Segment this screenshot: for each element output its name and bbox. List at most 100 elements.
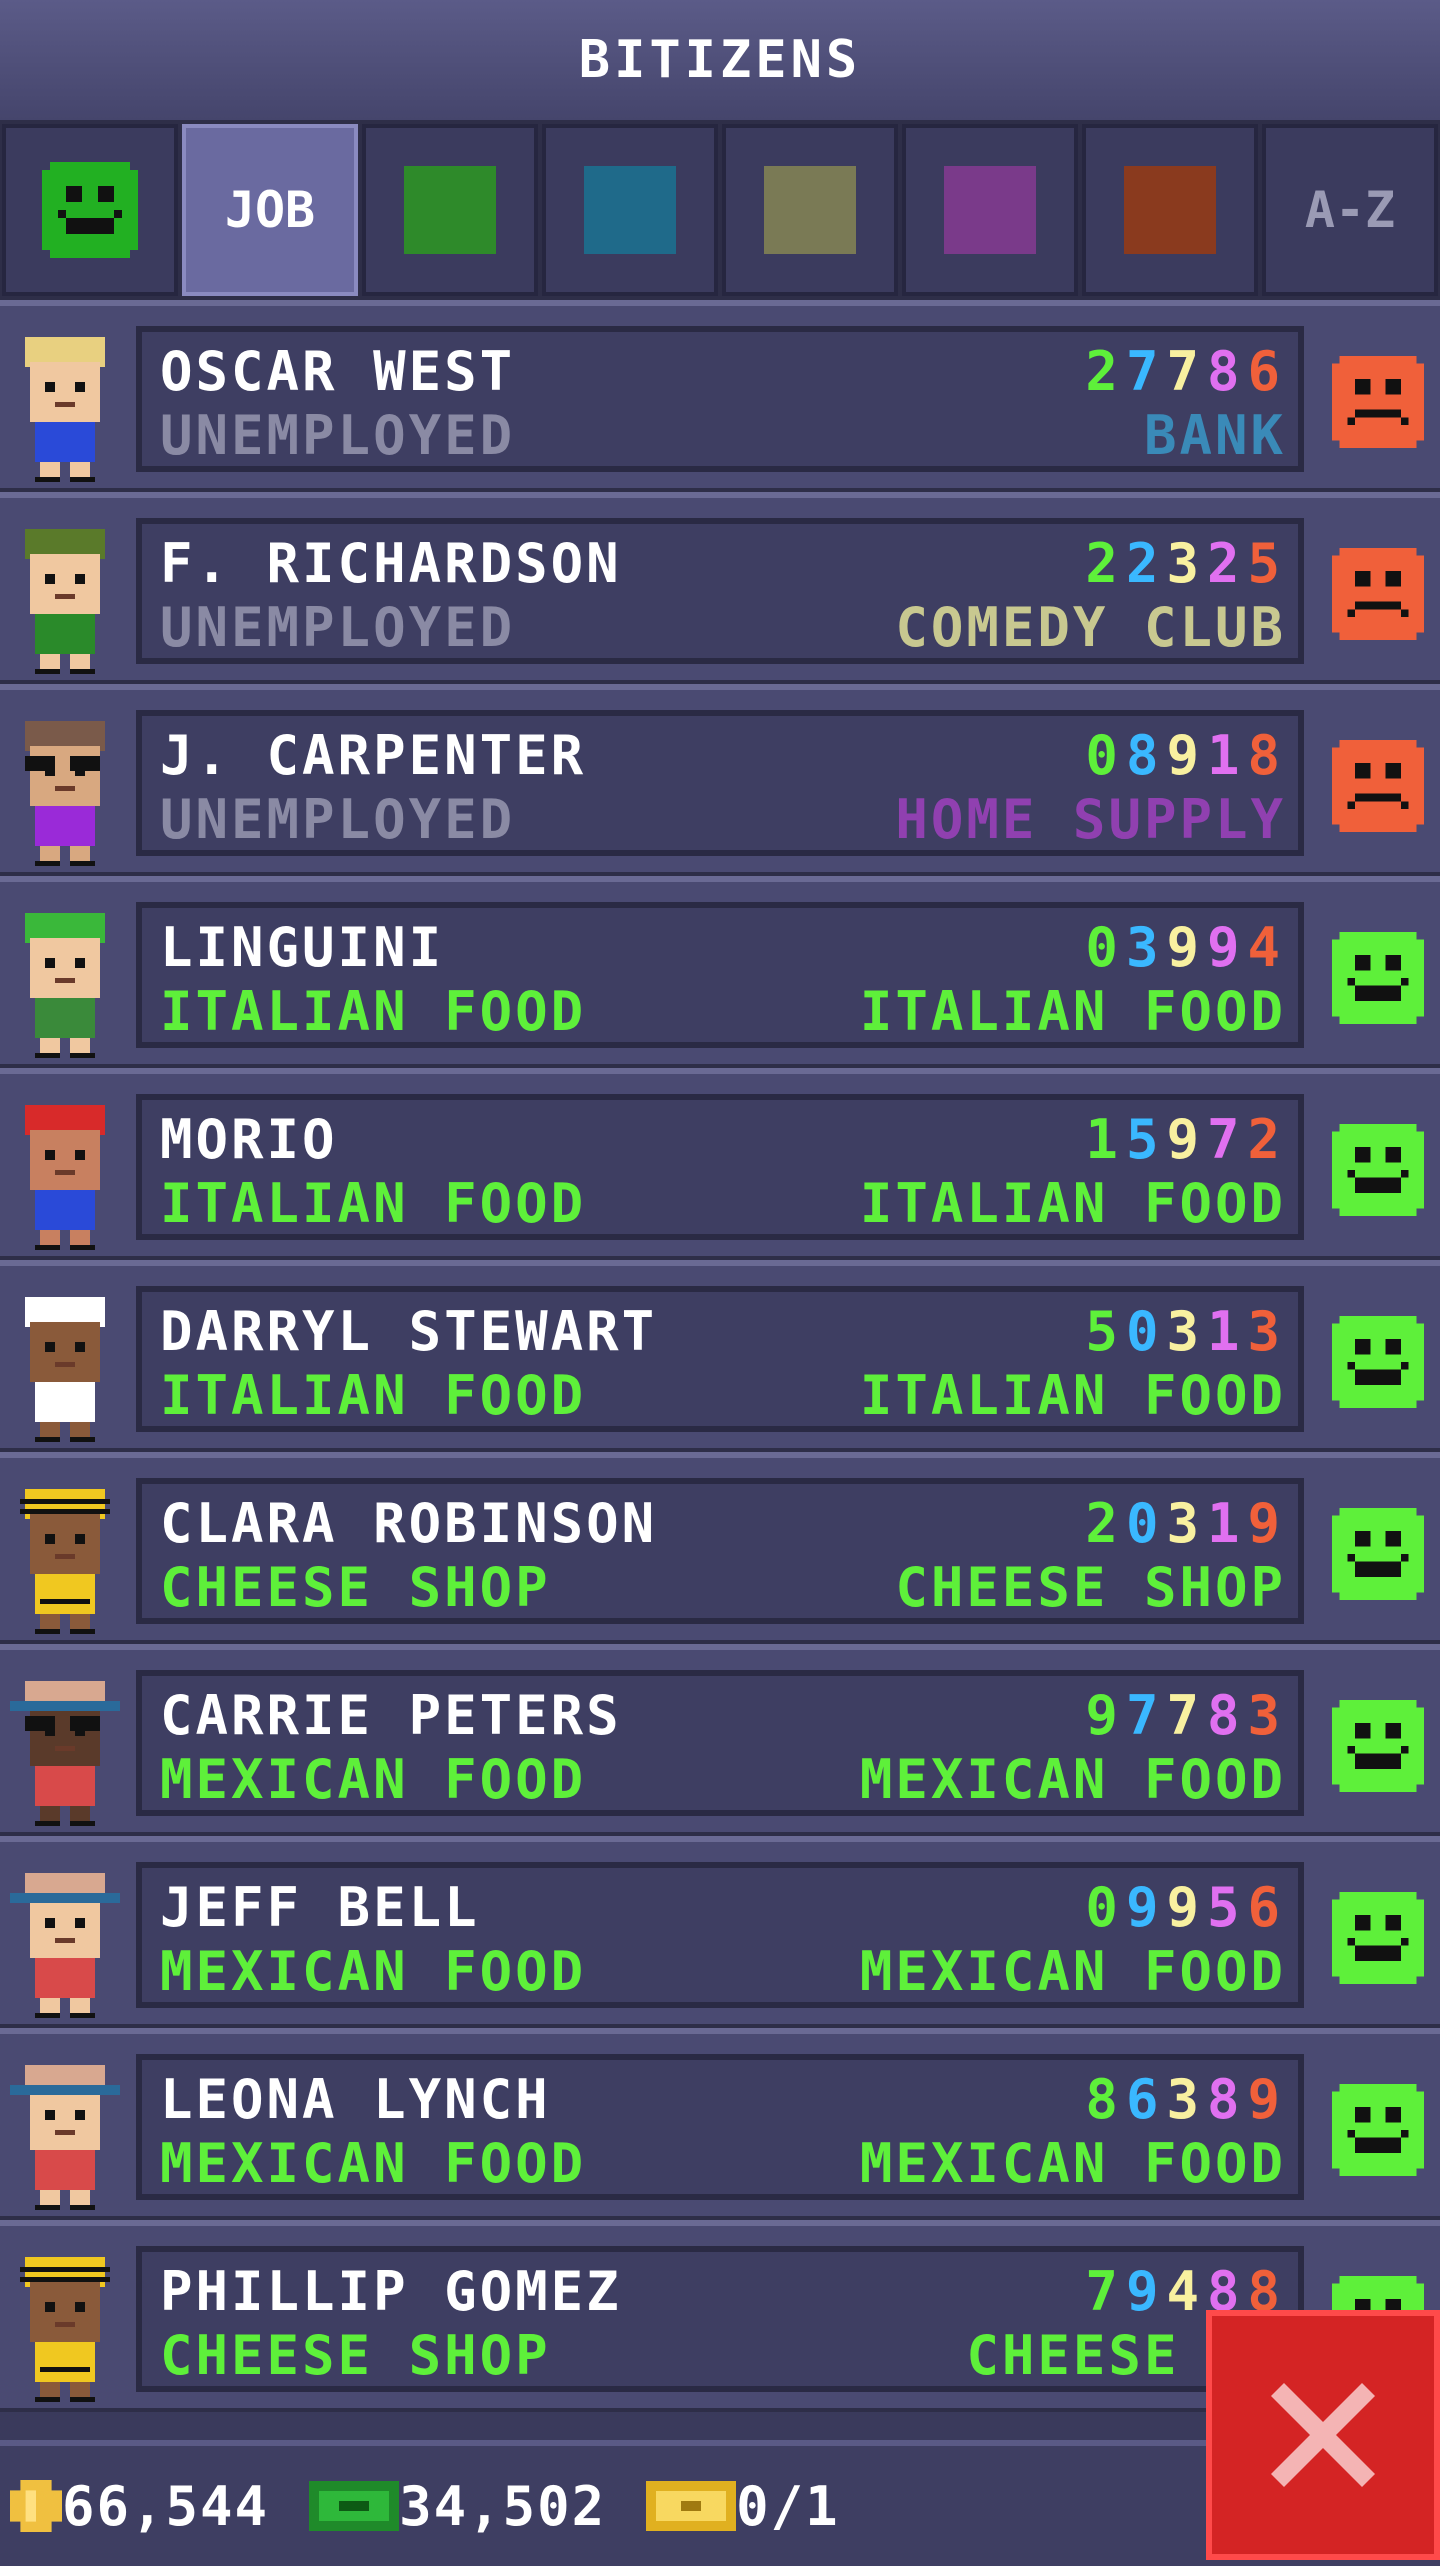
close-button[interactable] [1206, 2310, 1440, 2560]
dream-job: ITALIAN FOOD [859, 980, 1286, 1043]
tab-color-filter[interactable] [902, 124, 1078, 296]
skill-digit: 5 [1125, 1108, 1167, 1171]
coins-counter: 66,544 [10, 2475, 269, 2538]
bitizen-card[interactable]: J. CARPENTER UNEMPLOYED 08918 HOME SUPPLY [136, 710, 1304, 856]
coin-icon [10, 2480, 62, 2532]
skill-digits: 09956 [1085, 1876, 1288, 1939]
dream-job: ITALIAN FOOD [859, 1172, 1286, 1235]
bitizen-list[interactable]: OSCAR WEST UNEMPLOYED 27786 BANK F. RICHARDS… [0, 300, 1440, 2412]
skill-digits: 03994 [1085, 916, 1288, 979]
skill-digit: 0 [1125, 1300, 1167, 1363]
bitizen-row[interactable]: OSCAR WEST UNEMPLOYED 27786 BANK [0, 300, 1440, 492]
bitizen-row[interactable]: DARRYL STEWART ITALIAN FOOD 50313 ITALIAN F… [0, 1260, 1440, 1452]
coins-value: 66,544 [62, 2474, 270, 2538]
skill-digit: 3 [1166, 2068, 1207, 2131]
bitizen-row[interactable]: J. CARPENTER UNEMPLOYED 08918 HOME SUPPLY [0, 684, 1440, 876]
skill-digit: 5 [1085, 1300, 1126, 1363]
bitizen-name: J. CARPENTER [160, 724, 587, 787]
skill-digit: 3 [1247, 1300, 1288, 1363]
bitizen-card[interactable]: CARRIE PETERS MEXICAN FOOD 97783 MEXICAN FO… [136, 1670, 1304, 1816]
skill-digit: 3 [1166, 1300, 1207, 1363]
bitizen-avatar [10, 2252, 120, 2402]
happy-face-icon [1332, 1316, 1424, 1408]
bitizen-row[interactable]: LINGUINI ITALIAN FOOD 03994 ITALIAN FOOD [0, 876, 1440, 1068]
bitizen-job: CHEESE SHOP [160, 2324, 551, 2387]
skill-digit: 2 [1206, 532, 1248, 595]
bitizen-name: OSCAR WEST [160, 340, 516, 403]
bitizen-job: ITALIAN FOOD [160, 1364, 587, 1427]
smiley-icon [42, 162, 138, 258]
skill-digit: 2 [1085, 1492, 1126, 1555]
bitizen-card[interactable]: PHILLIP GOMEZ CHEESE SHOP 79488 CHEESE SH [136, 2246, 1304, 2392]
skill-digit: 9 [1166, 724, 1207, 787]
skill-digit: 8 [1085, 2068, 1126, 2131]
skill-digits: 86389 [1085, 2068, 1288, 2131]
skill-digit: 8 [1247, 724, 1288, 787]
bitizen-avatar [10, 1676, 120, 1826]
skill-digits: 27786 [1085, 340, 1288, 403]
tab-color-filter[interactable] [362, 124, 538, 296]
bitizen-avatar [10, 716, 120, 866]
bitizen-card[interactable]: LINGUINI ITALIAN FOOD 03994 ITALIAN FOOD [136, 902, 1304, 1048]
bitizen-avatar [10, 2060, 120, 2210]
skill-digits: 08918 [1085, 724, 1288, 787]
skill-digit: 3 [1166, 1492, 1207, 1555]
bitizen-card[interactable]: F. RICHARDSON UNEMPLOYED 22325 COMEDY CLUB [136, 518, 1304, 664]
bitizen-row[interactable]: LEONA LYNCH MEXICAN FOOD 86389 MEXICAN FOOD [0, 2028, 1440, 2220]
skill-digit: 1 [1085, 1108, 1126, 1171]
bitizen-card[interactable]: MORIO ITALIAN FOOD 15972 ITALIAN FOOD [136, 1094, 1304, 1240]
bitizen-card[interactable]: JEFF BELL MEXICAN FOOD 09956 MEXICAN FOOD [136, 1862, 1304, 2008]
skill-digit: 1 [1206, 724, 1248, 787]
skill-digit: 1 [1206, 1492, 1248, 1555]
skill-digit: 9 [1206, 916, 1248, 979]
tab-color-filter[interactable] [542, 124, 718, 296]
bitizen-job: MEXICAN FOOD [160, 1748, 587, 1811]
color-swatch [584, 166, 676, 254]
bitizen-job: MEXICAN FOOD [160, 2132, 587, 2195]
skill-digit: 9 [1125, 2260, 1167, 2323]
tab-job[interactable]: JOB [182, 124, 358, 296]
bitizen-card[interactable]: CLARA ROBINSON CHEESE SHOP 20319 CHEESE SHO… [136, 1478, 1304, 1624]
happy-face-icon [1332, 1124, 1424, 1216]
color-swatch [764, 166, 856, 254]
tab-color-filter[interactable] [722, 124, 898, 296]
skill-digit: 6 [1247, 1876, 1288, 1939]
bitizen-row[interactable]: MORIO ITALIAN FOOD 15972 ITALIAN FOOD [0, 1068, 1440, 1260]
bitizen-card[interactable]: LEONA LYNCH MEXICAN FOOD 86389 MEXICAN FOOD [136, 2054, 1304, 2200]
bitizen-row[interactable]: F. RICHARDSON UNEMPLOYED 22325 COMEDY CLUB [0, 492, 1440, 684]
skill-digit: 0 [1085, 724, 1126, 787]
bitizen-card[interactable]: DARRYL STEWART ITALIAN FOOD 50313 ITALIAN F… [136, 1286, 1304, 1432]
skill-digit: 9 [1166, 1876, 1207, 1939]
page-title: BITIZENS [578, 30, 862, 90]
skill-digit: 1 [1206, 1300, 1248, 1363]
bitizen-row[interactable]: CARRIE PETERS MEXICAN FOOD 97783 MEXICAN FO… [0, 1644, 1440, 1836]
color-swatch [944, 166, 1036, 254]
skill-digit: 8 [1206, 2068, 1248, 2131]
tab-label: JOB [224, 181, 316, 239]
tab-az[interactable]: A-Z [1262, 124, 1438, 296]
tab-color-filter[interactable] [1082, 124, 1258, 296]
bitizen-row[interactable]: JEFF BELL MEXICAN FOOD 09956 MEXICAN FOOD [0, 1836, 1440, 2028]
skill-digit: 7 [1125, 1684, 1167, 1747]
skill-digit: 4 [1166, 2260, 1207, 2323]
bitizen-name: PHILLIP GOMEZ [160, 2260, 622, 2323]
skill-digit: 2 [1125, 532, 1167, 595]
bitizen-avatar [10, 1100, 120, 1250]
dream-job: MEXICAN FOOD [859, 1748, 1286, 1811]
bux-counter: 34,502 [309, 2475, 606, 2538]
bitizen-avatar [10, 524, 120, 674]
dream-job: MEXICAN FOOD [859, 1940, 1286, 2003]
tab-mood[interactable] [2, 124, 178, 296]
happy-face-icon [1332, 1508, 1424, 1600]
dream-job: COMEDY CLUB [895, 596, 1286, 659]
skill-digits: 15972 [1085, 1108, 1288, 1171]
skill-digit: 9 [1247, 1492, 1288, 1555]
bitizen-card[interactable]: OSCAR WEST UNEMPLOYED 27786 BANK [136, 326, 1304, 472]
skill-digit: 0 [1085, 916, 1126, 979]
skill-digits: 22325 [1085, 532, 1288, 595]
bitizen-job: ITALIAN FOOD [160, 1172, 587, 1235]
skill-digit: 0 [1085, 1876, 1126, 1939]
filter-tabs: JOB A-Z [0, 120, 1440, 300]
tab-label: A-Z [1304, 181, 1396, 239]
bitizen-row[interactable]: CLARA ROBINSON CHEESE SHOP 20319 CHEESE SHO… [0, 1452, 1440, 1644]
